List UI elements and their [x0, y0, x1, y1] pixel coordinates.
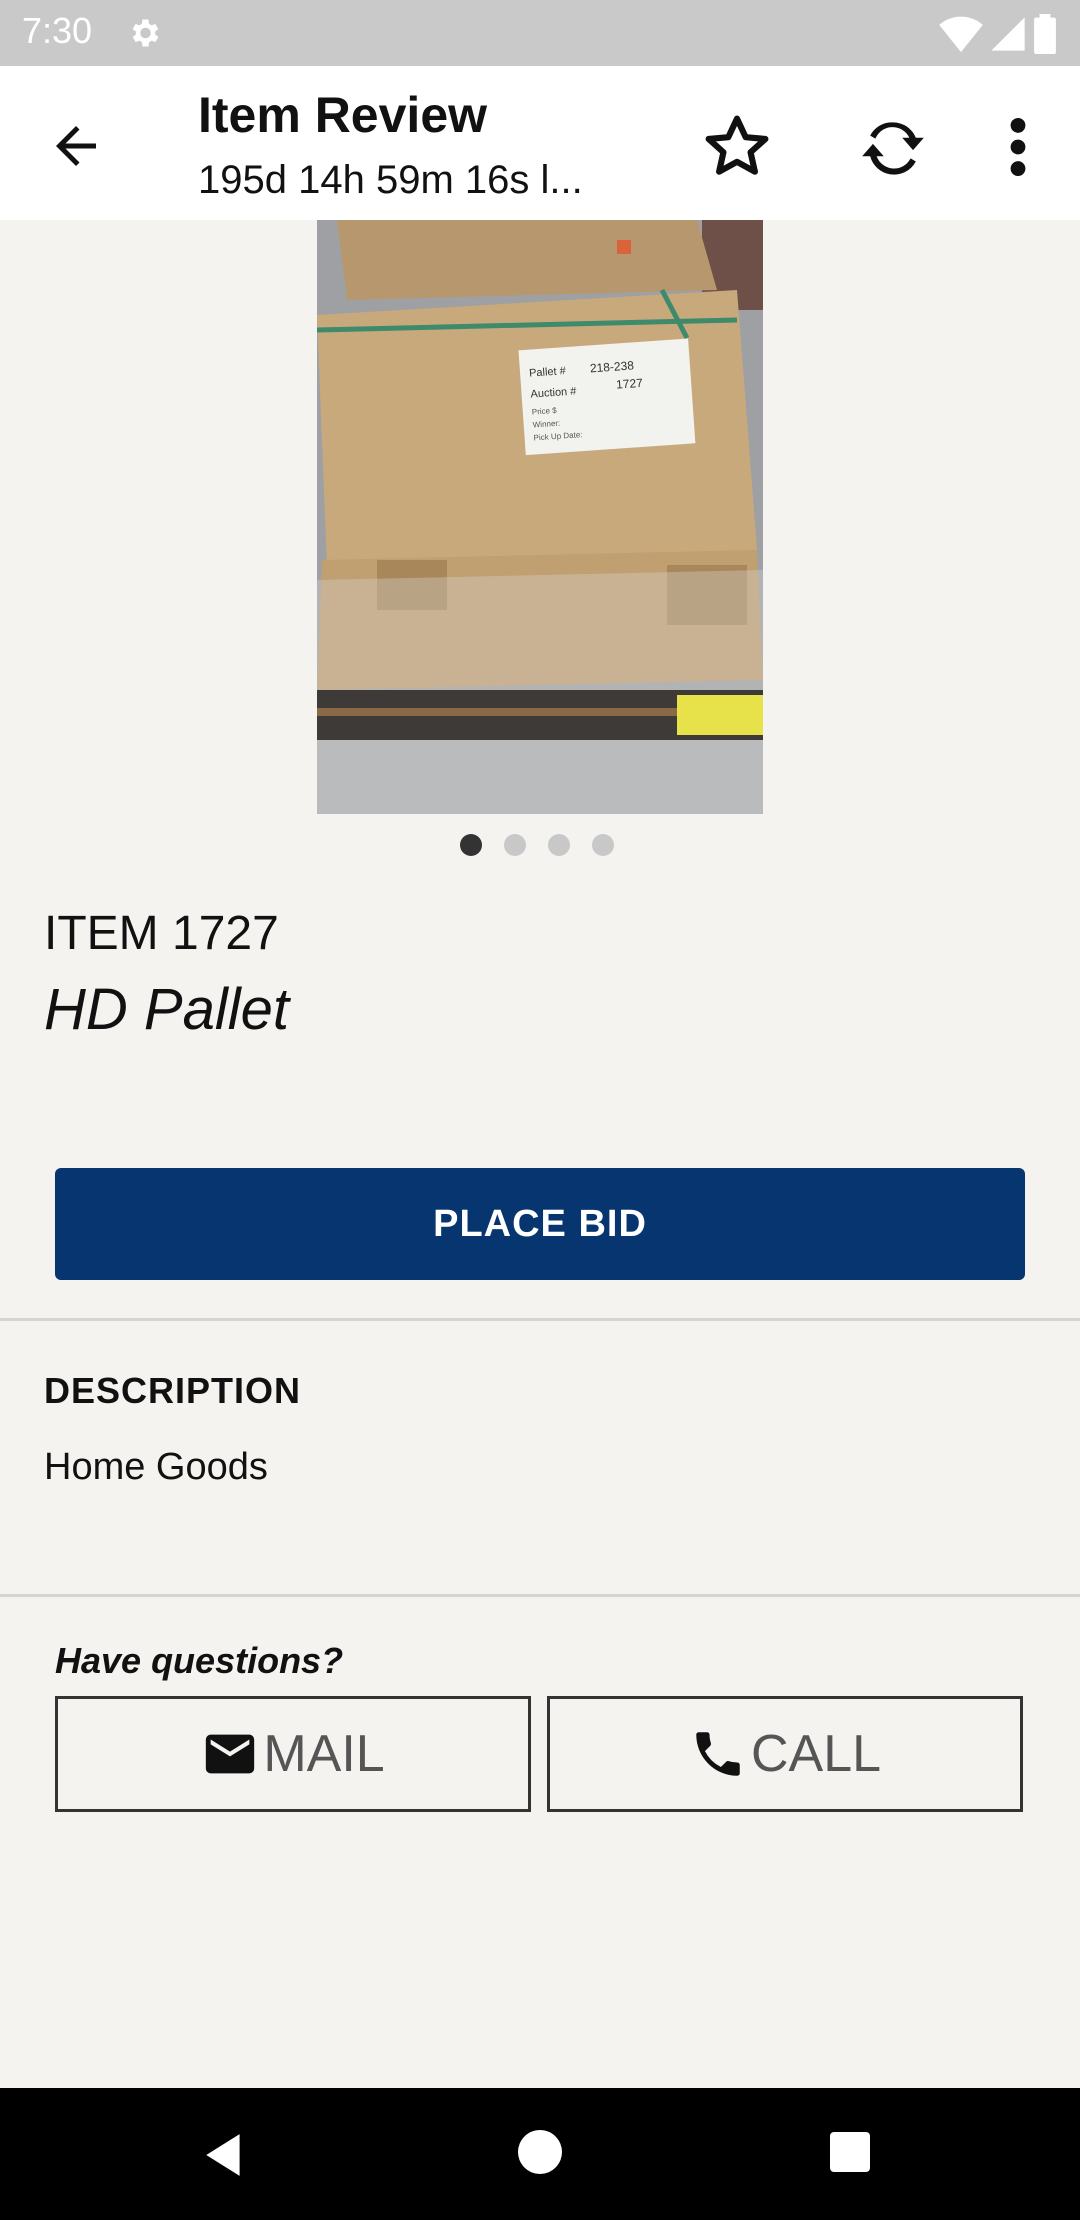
label-auction-value: 1727	[616, 376, 644, 392]
wifi-icon	[939, 16, 983, 53]
carousel-indicator	[460, 834, 636, 858]
nav-recents-icon[interactable]	[830, 2132, 870, 2172]
status-time: 7:30	[22, 10, 93, 51]
description-heading: DESCRIPTION	[44, 1370, 302, 1411]
divider	[0, 1594, 1080, 1597]
call-button[interactable]: CALL	[547, 1696, 1023, 1812]
description-text: Home Goods	[44, 1446, 268, 1488]
nav-home-icon[interactable]	[518, 2130, 562, 2174]
questions-prompt: Have questions?	[55, 1640, 344, 1681]
mail-button[interactable]: MAIL	[55, 1696, 531, 1812]
divider	[0, 1318, 1080, 1321]
pallet-photo-illustration: Pallet # 218-238 Auction # 1727 Price $ …	[317, 220, 763, 814]
star-icon[interactable]	[700, 110, 774, 184]
refresh-icon[interactable]	[856, 110, 930, 184]
app-bar: Item Review 195d 14h 59m 16s l...	[0, 66, 1080, 220]
nav-back-icon[interactable]	[200, 2130, 250, 2180]
mail-icon	[206, 1734, 255, 1774]
carousel-dot-1[interactable]	[460, 834, 482, 856]
back-arrow-icon[interactable]	[46, 116, 106, 176]
carousel-dot-4[interactable]	[592, 834, 614, 856]
call-label: CALL	[750, 1725, 882, 1783]
label-winner-line: Winner:	[532, 419, 560, 430]
place-bid-button[interactable]: PLACE BID	[55, 1168, 1025, 1280]
item-number: ITEM 1727	[44, 907, 279, 960]
label-price-line: Price $	[532, 406, 558, 417]
page-title: Item Review	[198, 87, 488, 143]
carousel-dot-2[interactable]	[504, 834, 526, 856]
settings-gear-icon	[132, 19, 159, 47]
cell-signal-icon	[990, 17, 1025, 51]
phone-icon	[696, 1732, 740, 1776]
item-photo[interactable]: Pallet # 218-238 Auction # 1727 Price $ …	[317, 220, 763, 814]
status-indicators	[939, 14, 1058, 54]
more-vert-icon[interactable]	[992, 110, 1044, 184]
mail-label: MAIL	[263, 1725, 385, 1783]
system-nav-bar	[0, 2088, 1080, 2220]
carousel-dot-3[interactable]	[548, 834, 570, 856]
status-bar: 7:30	[0, 0, 1080, 66]
time-remaining: 195d 14h 59m 16s l...	[198, 158, 583, 202]
battery-icon	[1034, 14, 1056, 54]
item-name: HD Pallet	[44, 977, 289, 1042]
